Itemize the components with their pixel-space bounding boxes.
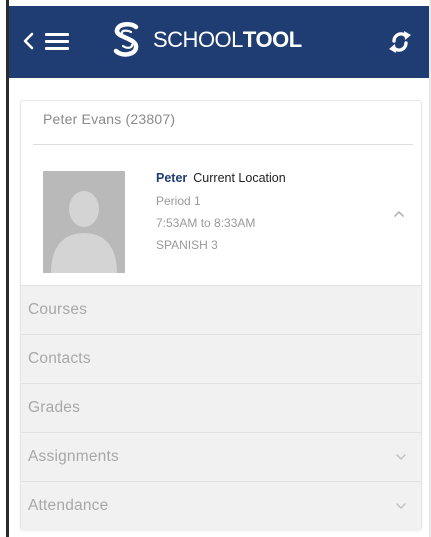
section-label: Contacts [28, 350, 91, 367]
current-location-line: Peter Current Location [156, 171, 286, 185]
section-list: Courses Contacts Grades Assignments Atte… [21, 285, 421, 530]
divider [33, 144, 413, 145]
schooltool-s-logo [113, 22, 139, 57]
period-text: Period 1 [156, 194, 201, 208]
avatar-placeholder-icon [43, 171, 125, 273]
section-label: Assignments [28, 448, 119, 465]
app-name: SCHOOLTOOL [153, 27, 302, 53]
sync-icon[interactable] [385, 27, 415, 57]
section-attendance[interactable]: Attendance [21, 481, 421, 530]
chevron-up-icon[interactable] [393, 209, 405, 219]
app-screen: SCHOOLTOOL Peter Evans (23807) Peter Curr… [0, 0, 431, 537]
device-edge [6, 0, 9, 537]
avatar [43, 171, 125, 273]
student-first-name: Peter [156, 171, 188, 185]
back-icon[interactable] [20, 28, 42, 54]
section-courses[interactable]: Courses [21, 285, 421, 334]
time-range-text: 7:53AM to 8:33AM [156, 216, 256, 230]
section-label: Courses [28, 301, 88, 318]
app-name-suffix: TOOL [242, 27, 302, 52]
student-name-header[interactable]: Peter Evans (23807) [43, 111, 175, 127]
section-label: Grades [28, 399, 81, 416]
app-header: SCHOOLTOOL [9, 6, 429, 78]
chevron-down-icon [396, 503, 406, 509]
current-location-label: Current Location [193, 171, 286, 185]
chevron-down-icon [396, 454, 406, 460]
student-card: Peter Evans (23807) Peter Current Locatio… [20, 100, 422, 530]
section-label: Attendance [28, 497, 109, 514]
app-name-prefix: SCHOOL [153, 27, 243, 52]
course-text: SPANISH 3 [156, 238, 218, 252]
hamburger-menu-icon[interactable] [45, 31, 71, 51]
chevron-left-icon [23, 32, 34, 50]
app-logo: SCHOOLTOOL [109, 18, 302, 62]
section-contacts[interactable]: Contacts [21, 334, 421, 383]
section-assignments[interactable]: Assignments [21, 432, 421, 481]
section-grades[interactable]: Grades [21, 383, 421, 432]
